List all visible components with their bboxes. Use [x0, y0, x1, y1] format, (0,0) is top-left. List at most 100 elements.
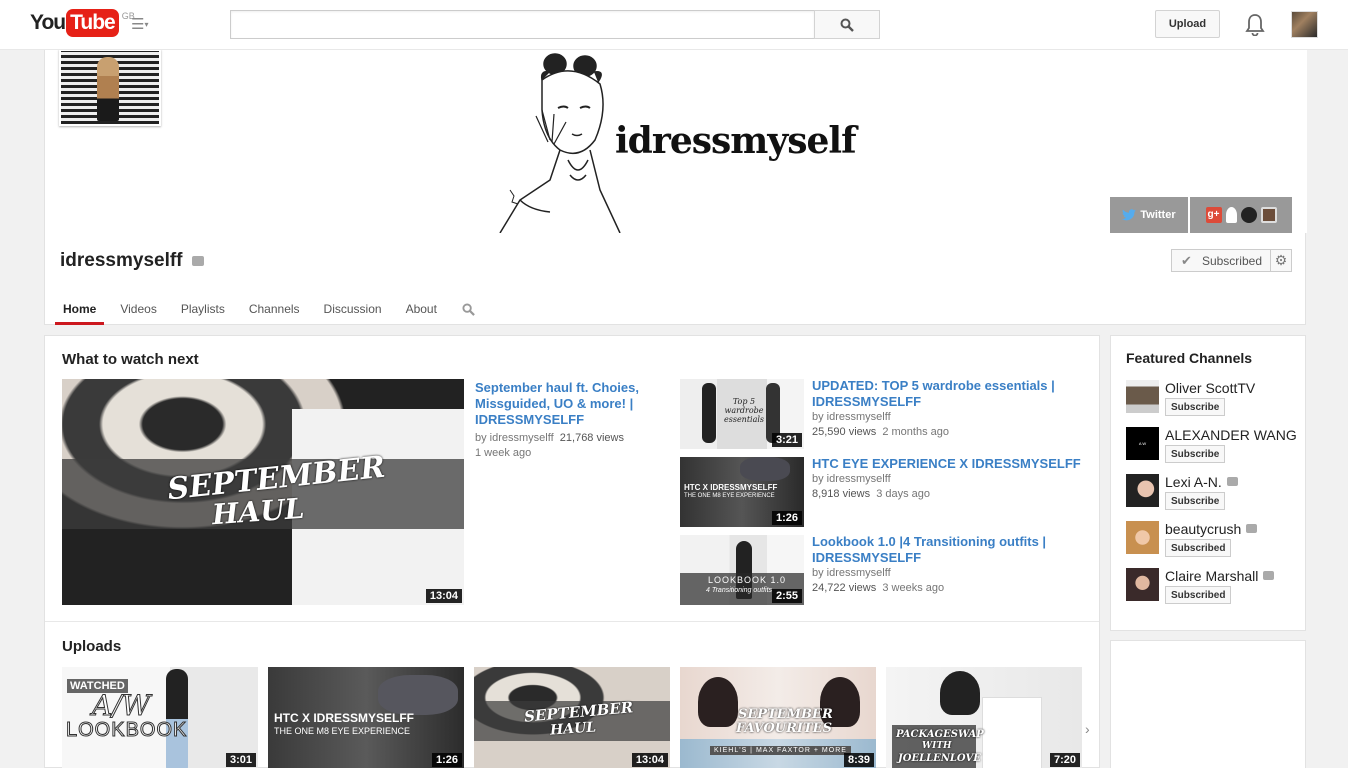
subscription-settings-gear-icon[interactable]: ⚙	[1270, 249, 1292, 272]
tab-about[interactable]: About	[394, 293, 449, 325]
subscribe-button[interactable]: Subscribe	[1165, 445, 1226, 463]
channel-search-icon[interactable]	[449, 293, 489, 325]
search-icon	[840, 18, 854, 32]
google-plus-icon[interactable]: g+	[1205, 207, 1222, 223]
thumb-subcaption: LOOKBOOK	[65, 719, 188, 742]
banner-channel-name: idressmyself	[615, 120, 857, 162]
subscribed-button[interactable]: Subscribed	[1165, 586, 1232, 604]
video-duration: 2:55	[771, 589, 802, 603]
upload-thumbnail[interactable]: SEPTEMBER HAUL 13:04	[474, 667, 670, 768]
channel-title[interactable]: idressmyselff	[60, 250, 183, 272]
subscribed-label: Subscribed	[1201, 253, 1262, 268]
channel-name[interactable]: Oliver ScottTV	[1165, 380, 1255, 396]
video-age: 2 months ago	[882, 426, 949, 438]
featured-video-thumbnail[interactable]: SEPTEMBER HAUL 13:04	[62, 379, 464, 605]
video-thumbnail[interactable]: HTC X IDRESSMYSELFF THE ONE M8 EYE EXPER…	[680, 457, 804, 527]
sidebar-empty-panel	[1110, 640, 1306, 768]
video-meta: by idressmyselff 25,590 views 2 months a…	[812, 410, 949, 440]
video-meta: by idressmyselff 24,722 views 3 weeks ag…	[812, 566, 944, 596]
notifications-bell-icon[interactable]	[1244, 12, 1266, 36]
thumb-title-line2: HAUL	[210, 491, 306, 532]
upload-thumbnail[interactable]: PACKAGESWAP WITH JOELLENLOVE 7:20	[886, 667, 1082, 768]
thumb-subcaption: FAVOURITES	[736, 721, 832, 736]
channel-avatar[interactable]	[1126, 568, 1159, 601]
verified-icon	[1226, 477, 1238, 486]
video-title[interactable]: Lookbook 1.0 |4 Transitioning outfits | …	[812, 534, 1062, 566]
thumb-caption: PACKAGESWAP	[896, 729, 984, 740]
account-avatar[interactable]	[1291, 11, 1318, 38]
ghost-icon[interactable]	[1225, 207, 1237, 223]
tab-videos[interactable]: Videos	[108, 293, 168, 325]
upload-button[interactable]: Upload	[1155, 10, 1220, 38]
tab-home[interactable]: Home	[51, 293, 108, 325]
twitter-label: Twitter	[1140, 209, 1176, 221]
featured-video-meta: by idressmyselff 21,768 views 1 week ago	[475, 431, 624, 461]
thumb-caption: Top 5 wardrobe essentials	[724, 397, 765, 424]
thumb-tagline: KIEHL'S | MAX FAXTOR + MORE	[710, 746, 851, 755]
video-thumbnail[interactable]: Top 5 wardrobe essentials 3:21	[680, 379, 804, 449]
search-button[interactable]	[814, 10, 880, 39]
video-age: 1 week ago	[475, 447, 532, 459]
video-channel[interactable]: by idressmyselff	[812, 473, 891, 485]
twitter-link[interactable]: Twitter	[1110, 197, 1190, 233]
verified-icon	[1263, 571, 1275, 580]
featured-channel-item: A W ALEXANDER WANG Subscribe	[1126, 427, 1301, 465]
channel-avatar[interactable]: A W	[1126, 427, 1159, 460]
instagram-icon[interactable]	[1260, 207, 1277, 223]
thumb-caption: HTC X IDRESSMYSELFF	[684, 483, 778, 492]
banner-illustration	[499, 53, 621, 233]
thumb-caption: A/W	[91, 689, 151, 723]
channel-name[interactable]: ALEXANDER WANG	[1165, 427, 1297, 443]
tab-discussion[interactable]: Discussion	[312, 293, 394, 325]
upload-thumbnail[interactable]: WATCHED A/W LOOKBOOK 3:01	[62, 667, 258, 768]
heart-icon[interactable]	[1240, 207, 1257, 223]
channel-header: idressmyself Twitter g+ idressmyselff ✔ …	[44, 50, 1307, 325]
thumb-subcaption: HAUL	[549, 719, 597, 739]
youtube-logo[interactable]: You Tube GB	[30, 9, 135, 37]
video-age: 3 weeks ago	[882, 582, 945, 594]
video-channel[interactable]: by idressmyselff	[812, 567, 891, 579]
channel-avatar[interactable]	[1126, 474, 1159, 507]
tab-playlists[interactable]: Playlists	[169, 293, 237, 325]
social-links: Twitter g+	[1110, 197, 1292, 233]
thumb-tagline: JOELLENLOVE	[898, 753, 981, 764]
video-views: 8,918 views	[812, 488, 871, 500]
subscribe-button[interactable]: Subscribe	[1165, 492, 1226, 510]
channel-avatar[interactable]	[1126, 521, 1159, 554]
thumb-subcaption: THE ONE M8 EYE EXPERIENCE	[274, 726, 411, 736]
search-input[interactable]	[230, 10, 815, 39]
subscribed-button[interactable]: Subscribed	[1165, 539, 1232, 557]
tab-channels[interactable]: Channels	[237, 293, 312, 325]
channel-banner: idressmyself Twitter g+	[45, 50, 1307, 233]
channel-avatar[interactable]	[1126, 380, 1159, 413]
upload-thumbnail[interactable]: SEPTEMBER FAVOURITES KIEHL'S | MAX FAXTO…	[680, 667, 876, 768]
video-title[interactable]: HTC EYE EXPERIENCE X IDRESSMYSELFF	[812, 456, 1092, 472]
channel-name[interactable]: beautycrush	[1165, 521, 1258, 537]
featured-channels-heading: Featured Channels	[1126, 350, 1253, 366]
video-channel[interactable]: by idressmyselff	[812, 411, 891, 423]
video-thumbnail[interactable]: LOOKBOOK 1.0 4 Transitioning outfits 2:5…	[680, 535, 804, 605]
chevron-right-icon[interactable]: ›	[1085, 721, 1090, 737]
video-channel[interactable]: by idressmyselff	[475, 432, 554, 444]
video-duration: 1:26	[771, 511, 802, 525]
upload-thumbnail[interactable]: HTC X IDRESSMYSELFF THE ONE M8 EYE EXPER…	[268, 667, 464, 768]
checkmark-icon: ✔	[1181, 253, 1192, 268]
guide-menu-icon[interactable]: ☰▾	[131, 16, 157, 34]
logo-you: You	[30, 11, 66, 34]
video-duration: 8:39	[843, 753, 874, 767]
featured-channel-item: Lexi A-N. Subscribe	[1126, 474, 1301, 512]
channel-avatar[interactable]	[59, 50, 161, 126]
subscribe-button[interactable]: Subscribe	[1165, 398, 1226, 416]
uploads-heading: Uploads	[62, 638, 122, 655]
featured-video-title[interactable]: September haul ft. Choies, Missguided, U…	[475, 380, 655, 428]
video-age: 3 days ago	[876, 488, 931, 500]
channel-name[interactable]: Lexi A-N.	[1165, 474, 1238, 490]
video-duration: 13:04	[631, 753, 668, 767]
featured-channel-item: Claire Marshall Subscribed	[1126, 568, 1301, 606]
video-views: 25,590 views	[812, 426, 877, 438]
subscribed-button[interactable]: ✔ Subscribed	[1171, 249, 1271, 272]
channel-name[interactable]: Claire Marshall	[1165, 568, 1275, 584]
featured-channel-item: Oliver ScottTV Subscribe	[1126, 380, 1301, 418]
video-title[interactable]: UPDATED: TOP 5 wardrobe essentials | IDR…	[812, 378, 1082, 410]
thumb-caption: LOOKBOOK 1.0	[708, 575, 787, 585]
